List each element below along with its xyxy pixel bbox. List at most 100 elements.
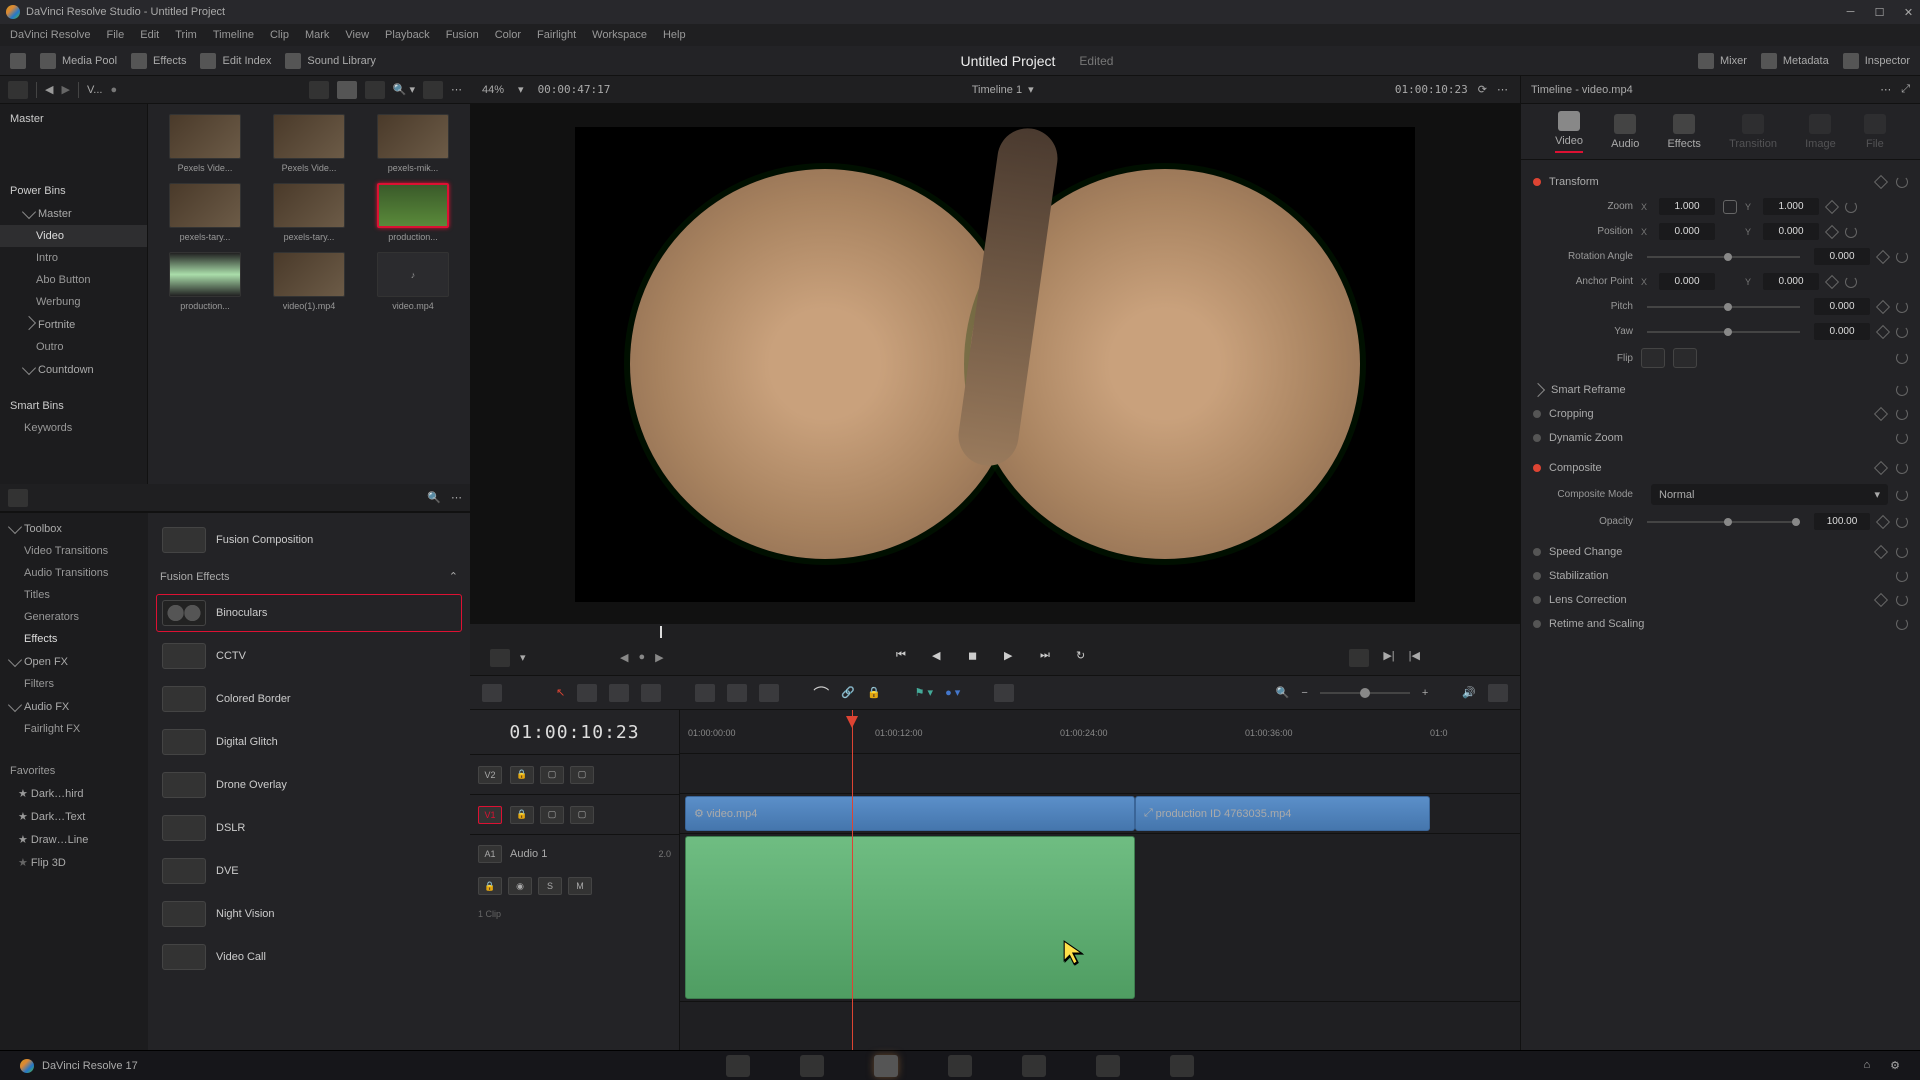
timeline-name[interactable]: Timeline 1	[972, 84, 1022, 96]
enable-dot[interactable]	[1533, 620, 1541, 628]
clip-item[interactable]: production...	[158, 252, 252, 311]
menu-item[interactable]: Trim	[175, 29, 197, 41]
fx-item[interactable]: Colored Border	[156, 680, 462, 718]
reset-icon[interactable]	[1896, 618, 1908, 630]
next-edit-icon[interactable]: ▶|	[1383, 649, 1394, 667]
bin-item[interactable]: Abo Button	[0, 269, 147, 291]
color-page[interactable]	[1022, 1055, 1046, 1077]
clip-item[interactable]: Pexels Vide...	[262, 114, 356, 173]
track-header-v2[interactable]: V2 🔒 ▢ ▢	[470, 754, 679, 794]
blade-tool[interactable]	[641, 684, 661, 702]
composite-mode-select[interactable]: Normal▾	[1651, 484, 1888, 505]
scrub-bar[interactable]	[470, 624, 1520, 640]
prev-edit-icon[interactable]: |◀	[1409, 649, 1420, 667]
fx-item[interactable]: DSLR	[156, 809, 462, 847]
pitch-slider[interactable]	[1647, 306, 1800, 308]
bin-item[interactable]: Master	[0, 202, 147, 225]
more-icon[interactable]: ⋯	[451, 83, 462, 96]
bin-item[interactable]: Fortnite	[0, 313, 147, 336]
reset-icon[interactable]	[1896, 489, 1908, 501]
smart-bins-header[interactable]: Smart Bins	[0, 395, 147, 417]
menu-item[interactable]: Edit	[140, 29, 159, 41]
pos-y-input[interactable]	[1763, 223, 1819, 240]
more-icon[interactable]: ⋯	[451, 491, 462, 504]
fx-item[interactable]: DVE	[156, 852, 462, 890]
flip-v-button[interactable]	[1673, 348, 1697, 368]
match-frame-button[interactable]	[1349, 649, 1369, 667]
favorite-item[interactable]: ★ Dark…hird	[0, 782, 148, 805]
search-icon[interactable]: 🔍 ▾	[393, 83, 415, 96]
reset-icon[interactable]	[1896, 176, 1908, 188]
clip-item[interactable]: pexels-tary...	[262, 183, 356, 242]
tab-audio[interactable]: Audio	[1611, 114, 1639, 150]
keyframe-icon[interactable]	[1825, 224, 1839, 238]
search-icon[interactable]: 🔍	[427, 491, 441, 504]
keyframe-icon[interactable]	[1876, 514, 1890, 528]
enable-dot[interactable]	[1533, 434, 1541, 442]
fairlight-page[interactable]	[1096, 1055, 1120, 1077]
fx-item[interactable]: Video Call	[156, 938, 462, 976]
timeline-clip[interactable]: ⤢ production ID 4763035.mp4	[1135, 796, 1430, 831]
chevron-down-icon[interactable]: ▾	[1028, 83, 1034, 96]
fx-item[interactable]: CCTV	[156, 637, 462, 675]
track-a1[interactable]	[680, 834, 1520, 1002]
keyframe-icon[interactable]	[1825, 274, 1839, 288]
enable-dot[interactable]	[1533, 596, 1541, 604]
fx-tree-item[interactable]: Video Transitions	[0, 540, 148, 562]
lock-icon[interactable]: 🔒	[510, 766, 534, 784]
track-header-a1[interactable]: A1 Audio 1 2.0 🔒 ◉ S M 1 Clip	[470, 834, 679, 1002]
fx-tree-item[interactable]: Open FX	[0, 650, 148, 673]
track-header-v1[interactable]: V1 🔒 ▢ ▢	[470, 794, 679, 834]
play-button[interactable]: ▶	[1004, 649, 1022, 667]
stabilization-header[interactable]: Stabilization	[1531, 564, 1910, 588]
fx-tree-item[interactable]: Filters	[0, 673, 148, 695]
bin-view-button[interactable]	[8, 81, 28, 99]
auto-select-button[interactable]: ▢	[540, 806, 564, 824]
clip-item[interactable]: pexels-tary...	[158, 183, 252, 242]
prev-mark-icon[interactable]: ◀	[620, 651, 628, 664]
arm-button[interactable]: ◉	[508, 877, 532, 895]
next-mark-icon[interactable]: ▶	[655, 651, 663, 664]
home-icon[interactable]: ⌂	[1863, 1059, 1870, 1072]
timeline-view-button[interactable]	[482, 684, 502, 702]
keyframe-icon[interactable]	[1874, 407, 1888, 421]
disable-button[interactable]: ▢	[570, 766, 594, 784]
track-v1-label[interactable]: V1	[478, 806, 502, 824]
snapping-button[interactable]: ⌒	[813, 681, 829, 705]
reset-icon[interactable]	[1896, 594, 1908, 606]
lock-icon[interactable]: 🔒	[478, 877, 502, 895]
deliver-page[interactable]	[1170, 1055, 1194, 1077]
master-bin[interactable]: Master	[0, 108, 147, 130]
menu-item[interactable]: Mark	[305, 29, 329, 41]
bin-item[interactable]: Intro	[0, 247, 147, 269]
keyframe-icon[interactable]	[1825, 199, 1839, 213]
clip-item[interactable]: pexels-mik...	[366, 114, 460, 173]
composite-header[interactable]: Composite	[1531, 456, 1910, 480]
fx-item[interactable]: Fusion Composition	[156, 521, 462, 559]
track-v1[interactable]: ⚙ video.mp4 ⤢ production ID 4763035.mp4	[680, 794, 1520, 834]
keyframe-icon[interactable]	[1874, 175, 1888, 189]
insert-button[interactable]	[695, 684, 715, 702]
zoom-level[interactable]: 44%	[482, 84, 504, 96]
timeline-audio-clip[interactable]	[685, 836, 1135, 999]
opacity-input[interactable]	[1814, 513, 1870, 530]
sound-library-button[interactable]: Sound Library	[285, 53, 376, 69]
layout-button[interactable]	[10, 53, 26, 69]
more-icon[interactable]: ⋯	[1880, 83, 1891, 96]
zoom-out-button[interactable]: −	[1301, 687, 1307, 699]
dynamic-zoom-header[interactable]: Dynamic Zoom	[1531, 426, 1910, 450]
bin-item[interactable]: Werbung	[0, 291, 147, 313]
volume-icon[interactable]: 🔊	[1462, 686, 1476, 699]
bin-item[interactable]: Keywords	[0, 417, 147, 439]
clip-item[interactable]: production...	[366, 183, 460, 242]
fx-item[interactable]: Digital Glitch	[156, 723, 462, 761]
keyframe-icon[interactable]	[1874, 461, 1888, 475]
enable-dot[interactable]	[1533, 178, 1541, 186]
anchor-x-input[interactable]	[1659, 273, 1715, 290]
reset-icon[interactable]	[1896, 546, 1908, 558]
close-button[interactable]: ✕	[1903, 7, 1914, 18]
opacity-slider[interactable]	[1647, 521, 1800, 523]
lock-button[interactable]: 🔒	[867, 686, 881, 699]
edit-index-button[interactable]: Edit Index	[200, 53, 271, 69]
strip-view-icon[interactable]	[365, 81, 385, 99]
